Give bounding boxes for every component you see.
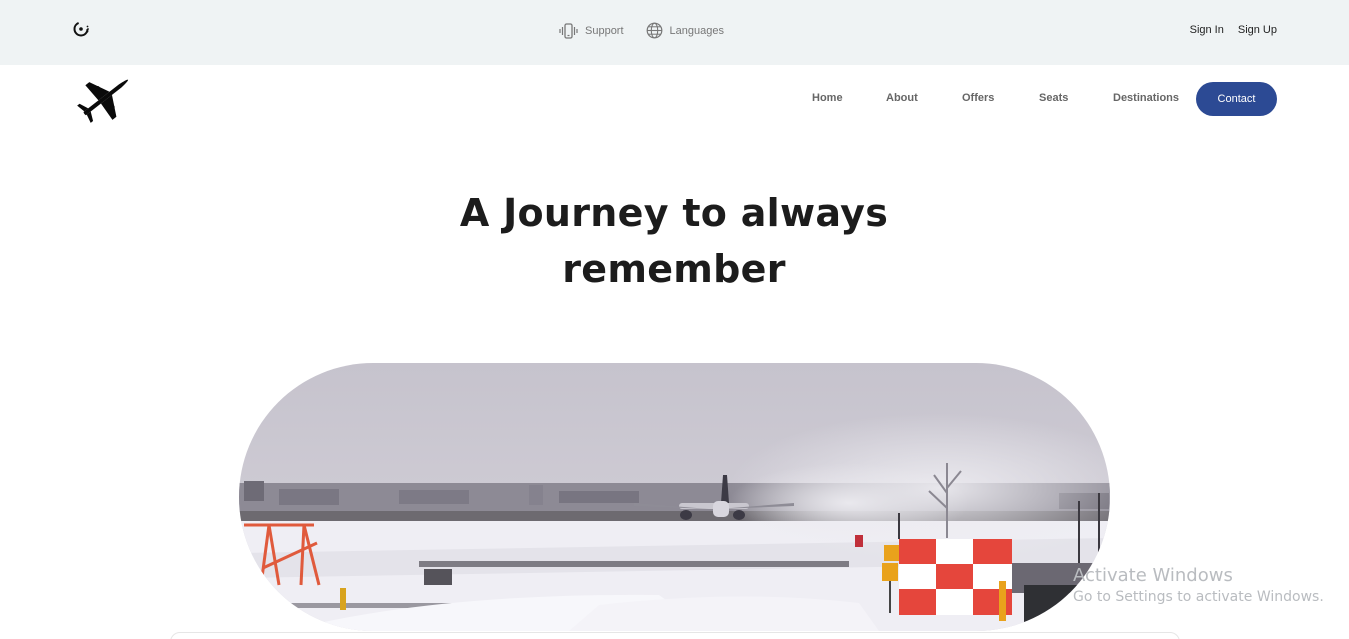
auth-links: Sign In Sign Up	[1190, 24, 1277, 36]
content-card-edge	[170, 632, 1180, 639]
airport-runway-photo	[239, 363, 1110, 631]
spinner-logo-icon[interactable]	[72, 20, 90, 38]
nav-about[interactable]: About	[886, 92, 962, 104]
languages-link[interactable]: Languages	[646, 22, 724, 39]
top-center-links: Support Languages	[559, 22, 724, 39]
nav-links: Home About Offers Seats Destinations	[812, 92, 1179, 104]
airplane-logo-icon[interactable]	[76, 71, 136, 123]
support-link[interactable]: Support	[559, 22, 624, 39]
hero-title: A Journey to always remember	[374, 185, 974, 297]
contact-button[interactable]: Contact	[1196, 82, 1277, 116]
watermark-title: Activate Windows	[1073, 565, 1233, 586]
top-utility-bar: Support Languages Sign In Sign Up	[0, 0, 1349, 65]
watermark-subtitle: Go to Settings to activate Windows.	[1073, 589, 1324, 605]
main-navbar: Home About Offers Seats Destinations Con…	[0, 65, 1349, 135]
nav-home[interactable]: Home	[812, 92, 886, 104]
hero-title-line1: A Journey to always	[459, 191, 889, 235]
support-label: Support	[585, 24, 624, 37]
globe-icon	[646, 22, 663, 39]
sign-up-link[interactable]: Sign Up	[1238, 24, 1277, 36]
nav-seats[interactable]: Seats	[1039, 92, 1113, 104]
phone-vibrate-icon	[559, 22, 578, 39]
hero-title-line2: remember	[562, 247, 786, 291]
sign-in-link[interactable]: Sign In	[1190, 24, 1224, 36]
languages-label: Languages	[669, 24, 724, 37]
nav-offers[interactable]: Offers	[962, 92, 1039, 104]
nav-destinations[interactable]: Destinations	[1113, 92, 1179, 104]
windows-activation-watermark: Activate Windows Go to Settings to activ…	[1073, 565, 1324, 605]
